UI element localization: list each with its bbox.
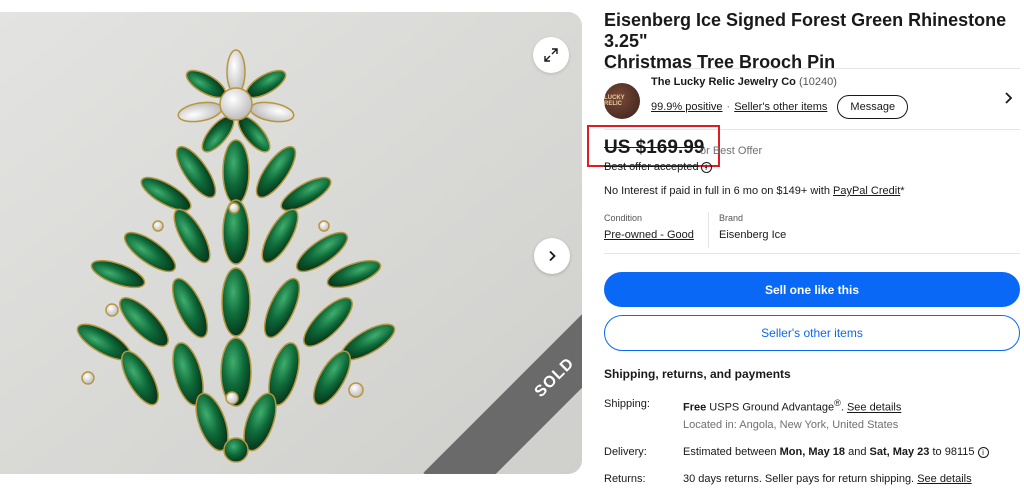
delivery-label: Delivery: [604, 446, 647, 458]
offer-accepted-row: Best offer accepted i [604, 161, 712, 173]
seller-positive-link[interactable]: 99.9% positive [651, 101, 723, 113]
delivery-end: Sat, May 23 [869, 446, 930, 458]
separator-dot: · [726, 101, 731, 113]
expand-icon [544, 48, 558, 62]
condition-label: Condition [604, 213, 643, 223]
item-specifics: Condition Pre-owned - Good Brand Eisenbe… [604, 210, 1020, 254]
returns-value: 30 days returns. Seller pays for return … [683, 473, 972, 485]
delivery-info-icon[interactable]: i [977, 446, 989, 458]
shipping-value: Free USPS Ground Advantage®. See details [683, 398, 901, 414]
returns-row: Returns: 30 days returns. Seller pays fo… [604, 473, 1020, 487]
next-image-button[interactable] [534, 238, 570, 274]
delivery-start: Mon, May 18 [779, 446, 846, 458]
located-in-row: Located in: Angola, New York, United Sta… [604, 419, 1020, 433]
delivery-to: to 98115 [929, 446, 978, 458]
avatar-text: LUCKY RELIC [604, 95, 625, 107]
info-icon[interactable]: i [700, 161, 712, 173]
returns-see-details-link[interactable]: See details [917, 473, 971, 485]
shipping-heading: Shipping, returns, and payments [604, 367, 791, 381]
image-gallery[interactable]: SOLD [0, 12, 582, 474]
brand-label: Brand [719, 213, 744, 223]
shipping-service: USPS Ground Advantage [706, 401, 835, 414]
returns-label: Returns: [604, 473, 646, 485]
best-offer-text: or Best Offer [700, 145, 763, 157]
seller-other-items-link[interactable]: Seller's other items [734, 101, 827, 113]
message-button-label: Message [850, 101, 896, 113]
seller-name[interactable]: The Lucky Relic Jewelry Co [651, 76, 796, 88]
listing-details: Eisenberg Ice Signed Forest Green Rhines… [587, 10, 1020, 485]
shipping-free: Free [683, 401, 707, 414]
expand-image-button[interactable] [533, 37, 569, 73]
sellers-other-items-button[interactable]: Seller's other items [604, 315, 1020, 351]
offer-accepted-text: Best offer accepted [604, 161, 699, 173]
delivery-and: and [845, 446, 870, 458]
financing-text: No Interest if paid in full in 6 mo on $… [604, 185, 905, 197]
sell-one-like-this-button[interactable]: Sell one like this [604, 272, 1020, 307]
shipping-row: Shipping: Free USPS Ground Advantage®. S… [604, 398, 1020, 414]
sell-one-label: Sell one like this [764, 282, 860, 297]
delivery-row: Delivery: Estimated between Mon, May 18 … [604, 446, 1020, 460]
seller-avatar[interactable]: LUCKY RELIC [604, 83, 640, 119]
condition-value[interactable]: Pre-owned - Good [604, 229, 694, 241]
sellers-other-items-label: Seller's other items [761, 326, 863, 340]
seller-name-row: The Lucky Relic Jewelry Co (10240) [651, 76, 837, 88]
delivery-prefix: Estimated between [683, 446, 780, 458]
seller-feedback-count: (10240) [798, 76, 837, 88]
listing-title: Eisenberg Ice Signed Forest Green Rhines… [604, 10, 1020, 73]
shipping-see-details-link[interactable]: See details [847, 402, 901, 414]
located-in: Located in: Angola, New York, United Sta… [683, 419, 899, 431]
seller-card[interactable]: LUCKY RELIC The Lucky Relic Jewelry Co (… [604, 68, 1020, 130]
chevron-right-icon [549, 250, 556, 262]
item-price: US $169.99 [604, 137, 705, 158]
message-button[interactable]: Message [837, 95, 909, 119]
brand-value: Eisenberg Ice [719, 229, 787, 241]
financing-prefix: No Interest if paid in full in 6 mo on $… [604, 185, 833, 197]
paypal-credit-link[interactable]: PayPal Credit [833, 185, 900, 197]
sold-label: SOLD [531, 354, 578, 401]
financing-suffix: * [900, 185, 905, 197]
shipping-label: Shipping: [604, 398, 650, 410]
shipping-reg: ® [834, 398, 841, 408]
spec-divider [708, 212, 709, 248]
delivery-value: Estimated between Mon, May 18 and Sat, M… [683, 446, 989, 458]
chevron-right-icon[interactable] [1004, 91, 1014, 105]
seller-links: 99.9% positive · Seller's other items Me… [651, 95, 909, 119]
title-line-1: Eisenberg Ice Signed Forest Green Rhines… [604, 10, 1007, 51]
returns-text: 30 days returns. Seller pays for return … [683, 473, 918, 485]
